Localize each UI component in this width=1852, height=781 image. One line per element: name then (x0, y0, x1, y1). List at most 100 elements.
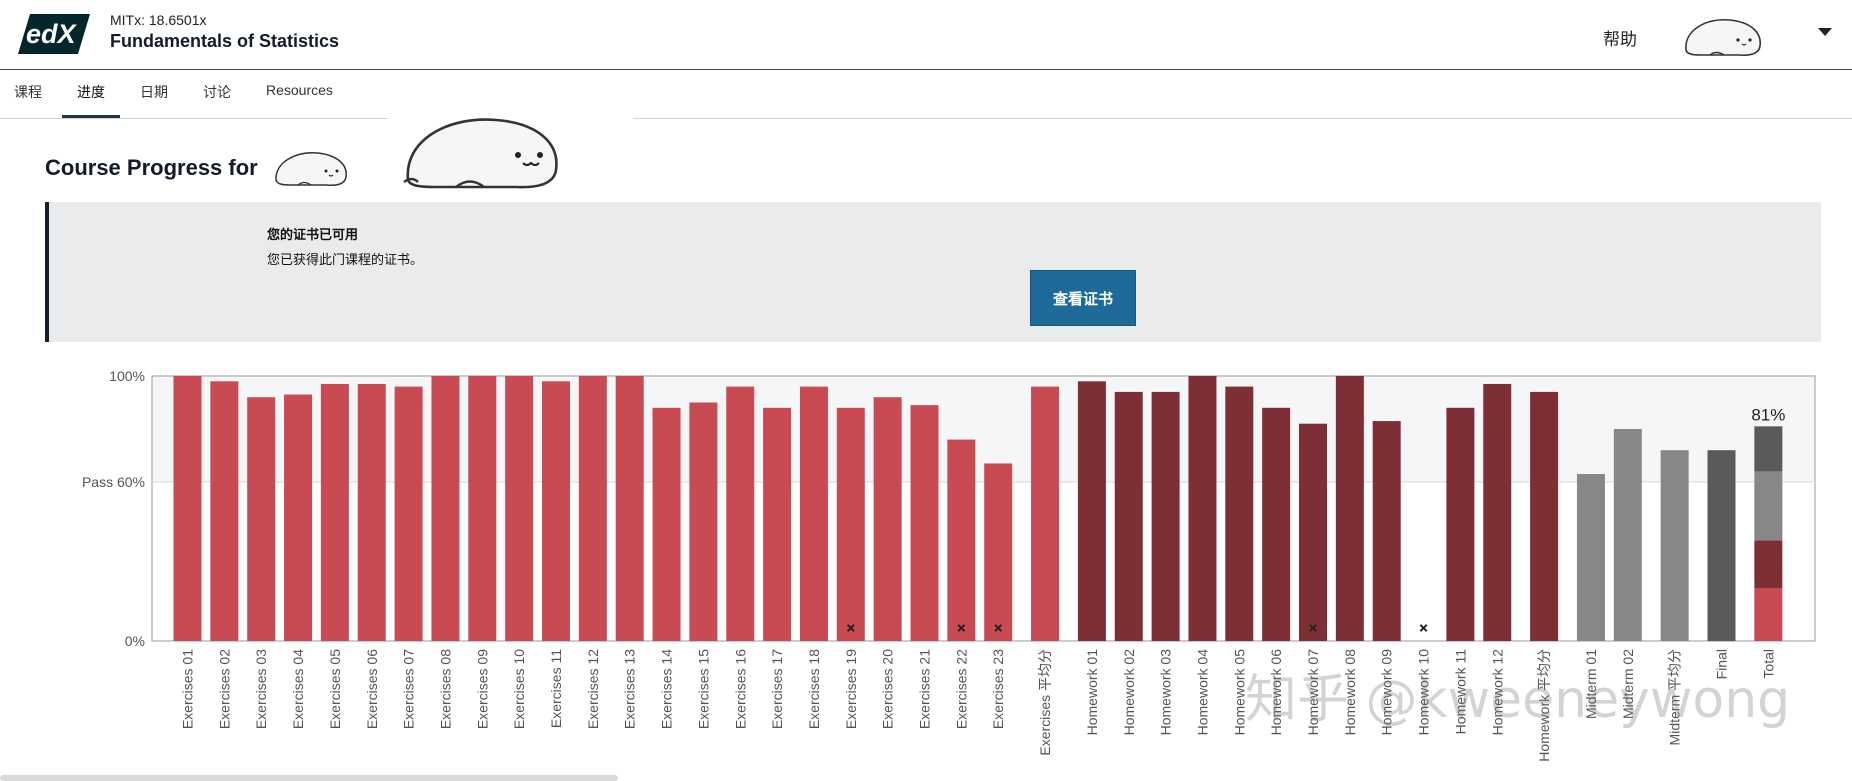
x-tick-label: Exercises 02 (216, 649, 232, 729)
grade-bar (947, 439, 976, 641)
grade-bar (210, 381, 239, 641)
grade-bar (1031, 386, 1060, 641)
x-tick-label: Exercises 14 (659, 649, 675, 729)
y-tick-label: Pass 60% (82, 474, 145, 490)
x-tick-label: Exercises 03 (253, 649, 269, 729)
grade-bar (394, 386, 423, 641)
grade-bar (173, 376, 202, 641)
grade-bar (1530, 391, 1559, 641)
grade-bar (1114, 391, 1143, 641)
grade-bar (578, 376, 607, 641)
x-tick-label: Exercises 09 (474, 649, 490, 729)
seal-sticker-small (275, 152, 347, 186)
x-tick-label: Homework 04 (1194, 649, 1210, 736)
x-tick-label: Exercises 04 (290, 649, 306, 729)
x-tick-label: Homework 03 (1158, 649, 1174, 736)
x-tick-label: Exercises 08 (437, 649, 453, 729)
help-link[interactable]: 帮助 (1603, 25, 1637, 50)
certificate-message: 您已获得此门课程的证书。 (267, 252, 424, 267)
course-code: MITx: 18.6501x (110, 12, 207, 28)
x-tick-label: Exercises 17 (769, 649, 785, 729)
edx-logo[interactable]: edX (18, 14, 90, 54)
grade-bar (726, 386, 755, 641)
x-tick-label: Exercises 19 (843, 649, 859, 729)
grade-bar (468, 376, 497, 641)
view-certificate-button[interactable]: 查看证书 (1030, 270, 1136, 326)
grade-bar (1299, 423, 1327, 641)
grade-bar (247, 397, 276, 641)
total-percent-label: 81% (1751, 405, 1785, 424)
x-tick-label: Exercises 23 (990, 649, 1006, 729)
total-bar-segment (1754, 540, 1783, 588)
page-title: Course Progress for (45, 155, 258, 180)
x-tick-label: Exercises 10 (511, 649, 527, 729)
x-tick-label: Exercises 01 (180, 649, 196, 729)
grade-bar (689, 402, 718, 641)
total-bar-segment (1754, 471, 1783, 541)
grade-bar (652, 407, 681, 641)
logo-text: edX (26, 19, 78, 49)
grade-bar (615, 376, 644, 641)
x-tick-label: Exercises 16 (732, 649, 748, 729)
grade-chart: 0% Pass 60% 100% Exercises 01 Exercises 02 Ex… (82, 368, 1816, 762)
tab-dates[interactable]: 日期 (140, 82, 168, 102)
grade-bar (284, 394, 313, 641)
grade-bar (799, 386, 828, 641)
x-tick-label: Exercises 13 (622, 649, 638, 729)
certificate-heading: 您的证书已可用 (267, 227, 359, 242)
watermark-text: 知乎 @kweeneywong (1245, 670, 1790, 730)
grade-bar (1262, 407, 1291, 641)
x-tick-label: Homework 01 (1084, 649, 1100, 736)
site-header: edX MITx: 18.6501x Fundamentals of Stati… (0, 0, 1852, 70)
grade-bar (1483, 383, 1512, 641)
grade-bar (1225, 386, 1254, 641)
grade-bar (542, 381, 570, 641)
certificate-banner: 您的证书已可用 您已获得此门课程的证书。 查看证书 (45, 202, 1821, 342)
grade-bar (1707, 450, 1736, 641)
grade-bar (1151, 391, 1180, 641)
total-bar-segment (1754, 426, 1783, 472)
x-tick-label: Exercises 22 (953, 649, 969, 729)
tab-course[interactable]: 课程 (14, 82, 42, 102)
dropped-score-icon (1419, 624, 1428, 632)
tab-progress[interactable]: 进度 (77, 82, 105, 102)
active-tab-indicator (62, 115, 120, 118)
account-menu-chevron-down-icon[interactable] (1818, 28, 1832, 36)
x-tick-label: Exercises 07 (401, 649, 417, 729)
grade-bar (431, 376, 460, 641)
x-tick-label: Exercises 05 (327, 649, 343, 729)
x-tick-label: Exercises 12 (585, 649, 601, 729)
x-tick-label: Exercises 平均分 (1037, 649, 1053, 756)
user-avatar[interactable] (1680, 14, 1770, 60)
horizontal-scrollbar[interactable] (0, 775, 618, 781)
x-tick-label: Exercises 21 (917, 649, 933, 729)
x-tick-label: Exercises 20 (880, 649, 896, 729)
x-tick-label: Exercises 06 (364, 649, 380, 729)
grade-bar (1576, 474, 1605, 641)
grade-bar (505, 376, 534, 641)
grade-bar (984, 463, 1013, 641)
total-bar-segment (1754, 588, 1783, 641)
seal-sticker-large (403, 118, 558, 189)
grade-bar (1077, 381, 1106, 641)
grade-bar (910, 405, 939, 641)
y-tick-label: 0% (125, 633, 145, 649)
grade-bar (1613, 429, 1642, 641)
course-title: Fundamentals of Statistics (110, 31, 340, 51)
x-tick-label: Exercises 11 (548, 649, 564, 728)
grade-bar (836, 407, 865, 641)
x-tick-label: Homework 02 (1121, 649, 1137, 736)
y-tick-label: 100% (109, 368, 145, 384)
x-tick-label: Exercises 15 (695, 649, 711, 729)
grade-bar (357, 383, 386, 641)
tab-discussion[interactable]: 讨论 (203, 82, 231, 102)
grade-bar (763, 407, 792, 641)
grade-bar (1372, 421, 1401, 641)
course-tabs: 课程 进度 日期 讨论 Resources (0, 70, 1852, 119)
tab-resources[interactable]: Resources (266, 82, 333, 98)
grade-bar (320, 383, 349, 641)
grade-bar (873, 397, 902, 641)
grade-bar (1335, 376, 1364, 641)
x-tick-label: Exercises 18 (806, 649, 822, 729)
grade-bar (1446, 407, 1475, 641)
